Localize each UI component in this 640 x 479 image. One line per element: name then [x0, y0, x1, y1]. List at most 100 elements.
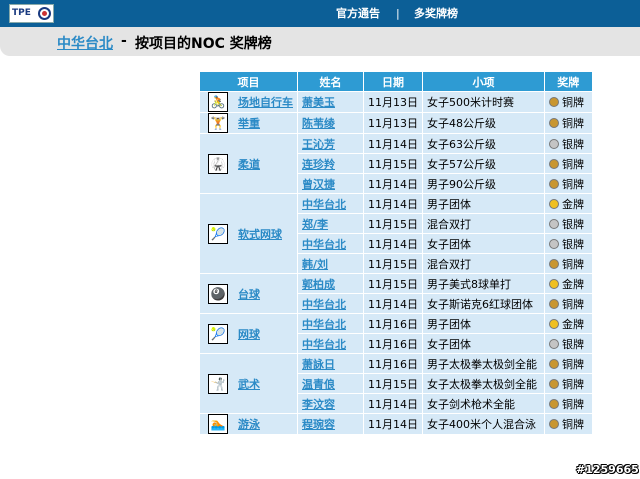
medal-wrap: 铜牌	[549, 376, 588, 392]
sport-cell: 🎱 台球	[198, 273, 298, 314]
athlete-cell: 王沁芳	[297, 133, 364, 154]
medal-icon	[549, 178, 559, 189]
athlete-link[interactable]: 温青俍	[302, 378, 335, 391]
medal-wrap: 铜牌	[549, 115, 588, 131]
medal-label: 铜牌	[562, 96, 584, 109]
sport-cell: 🤺 武术	[198, 353, 298, 414]
athlete-link[interactable]: 中华台北	[302, 318, 346, 331]
sport-link[interactable]: 游泳	[238, 416, 260, 432]
medal-label: 金牌	[562, 317, 584, 331]
sport-link[interactable]: 举重	[238, 115, 260, 131]
medal-wrap: 银牌	[549, 336, 588, 352]
athlete-link[interactable]: 王沁芳	[302, 138, 335, 151]
medal-label: 铜牌	[562, 377, 584, 391]
athlete-link[interactable]: 郭柏成	[302, 278, 335, 291]
date-cell: 11月15日	[363, 273, 423, 294]
medal-icon	[549, 318, 559, 329]
athlete-link[interactable]: 曾汉捷	[302, 178, 335, 191]
medal-cell: 铜牌	[544, 112, 593, 134]
col-header-event[interactable]: 小项	[422, 70, 545, 92]
date-cell: 11月15日	[363, 373, 423, 394]
event-cell: 男子太极拳太极剑全能	[422, 353, 545, 374]
sport-link[interactable]: 台球	[238, 286, 260, 302]
date-cell: 11月14日	[363, 173, 423, 194]
medal-wrap: 金牌	[549, 196, 588, 212]
sport-wrap: 🎾 网球	[204, 323, 293, 344]
athlete-cell: 韩/刘	[297, 253, 364, 274]
athlete-link[interactable]: 李汶容	[302, 398, 335, 411]
athlete-link[interactable]: 萧美玉	[302, 96, 335, 109]
date-cell: 11月16日	[363, 313, 423, 334]
sport-cell: 🎾 网球	[198, 313, 298, 354]
medal-label: 银牌	[562, 217, 584, 231]
athlete-cell: 温青俍	[297, 373, 364, 394]
col-header-date[interactable]: 日期	[363, 70, 423, 92]
athlete-link[interactable]: 连珍羚	[302, 158, 335, 171]
event-cell: 女子500米计时赛	[422, 91, 545, 113]
event-cell: 女子63公斤级	[422, 133, 545, 154]
medal-wrap: 铜牌	[549, 256, 588, 272]
medal-table-body: 🚴 场地自行车 萧美玉 11月13日 女子500米计时赛 铜牌 🏋 举重 陈苇绫 11月13日 女子…	[198, 91, 593, 436]
athlete-link[interactable]: 中华台北	[302, 198, 346, 211]
table-row: 🏊 游泳 程琬容 11月14日 女子400米个人混合泳 铜牌	[198, 413, 593, 436]
athlete-link[interactable]: 陈苇绫	[302, 117, 335, 130]
table-row: 🎾 软式网球 中华台北 11月14日 男子团体 金牌	[198, 193, 593, 274]
swimming-icon: 🏊	[208, 414, 228, 434]
nav-link-announcements[interactable]: 官方通告	[336, 0, 380, 27]
athlete-cell: 曾汉捷	[297, 173, 364, 194]
table-row: 🚴 场地自行车 萧美玉 11月13日 女子500米计时赛 铜牌	[198, 91, 593, 113]
medal-cell: 银牌	[544, 333, 593, 354]
medal-cell: 银牌	[544, 133, 593, 154]
medal-cell: 铜牌	[544, 353, 593, 374]
nav-link-multi-medal[interactable]: 多奖牌榜	[414, 0, 458, 27]
medal-label: 银牌	[562, 337, 584, 351]
event-cell: 混合双打	[422, 213, 545, 234]
sport-wrap: 🏊 游泳	[204, 414, 293, 434]
col-header-medal[interactable]: 奖牌	[544, 70, 593, 92]
athlete-cell: 程琬容	[297, 413, 364, 436]
sport-cell: 🏋 举重	[198, 112, 298, 134]
event-cell: 女子团体	[422, 333, 545, 354]
sport-link[interactable]: 软式网球	[238, 226, 282, 242]
medal-wrap: 银牌	[549, 236, 588, 252]
medal-table: 项目 姓名 日期 小项 奖牌 🚴 场地自行车 萧美玉 11月13日 女子500米计时赛铜…	[198, 70, 594, 436]
medal-icon	[549, 358, 559, 369]
medal-wrap: 铜牌	[549, 94, 588, 110]
col-header-athlete[interactable]: 姓名	[297, 70, 364, 92]
medal-icon	[549, 138, 559, 149]
sport-link[interactable]: 武术	[238, 376, 260, 392]
medal-cell: 铜牌	[544, 373, 593, 394]
medal-icon	[549, 258, 559, 269]
medal-icon	[549, 97, 559, 107]
athlete-link[interactable]: 中华台北	[302, 338, 346, 351]
breadcrumb-noc-link[interactable]: 中华台北	[57, 33, 113, 53]
athlete-link[interactable]: 郑/李	[302, 218, 328, 231]
sport-wrap: 🤺 武术	[204, 373, 293, 394]
athlete-link[interactable]: 程琬容	[302, 418, 335, 431]
col-header-sport[interactable]: 项目	[198, 70, 298, 92]
medal-icon	[549, 298, 559, 309]
tpe-logo[interactable]: TPE	[9, 4, 54, 23]
medal-wrap: 铜牌	[549, 416, 588, 432]
medal-cell: 铜牌	[544, 413, 593, 436]
athlete-link[interactable]: 韩/刘	[302, 258, 328, 271]
athlete-link[interactable]: 中华台北	[302, 298, 346, 311]
medal-wrap: 铜牌	[549, 296, 588, 312]
soft-tennis-icon: 🎾	[208, 223, 228, 244]
medal-cell: 铜牌	[544, 153, 593, 174]
medal-label: 铜牌	[562, 157, 584, 171]
tennis-icon: 🎾	[208, 323, 228, 344]
athlete-link[interactable]: 萧詠日	[302, 358, 335, 371]
athlete-link[interactable]: 中华台北	[302, 238, 346, 251]
sport-wrap: 🚴 场地自行车	[204, 92, 293, 112]
medal-wrap: 铜牌	[549, 176, 588, 192]
cycling-icon: 🚴	[208, 92, 228, 112]
sport-link[interactable]: 柔道	[238, 156, 260, 172]
athlete-cell: 中华台北	[297, 233, 364, 254]
sport-link[interactable]: 场地自行车	[238, 94, 293, 110]
logo-text: TPE	[12, 8, 31, 18]
event-cell: 男子团体	[422, 193, 545, 214]
medal-label: 铜牌	[562, 297, 584, 311]
sport-link[interactable]: 网球	[238, 326, 260, 342]
event-cell: 男子90公斤级	[422, 173, 545, 194]
